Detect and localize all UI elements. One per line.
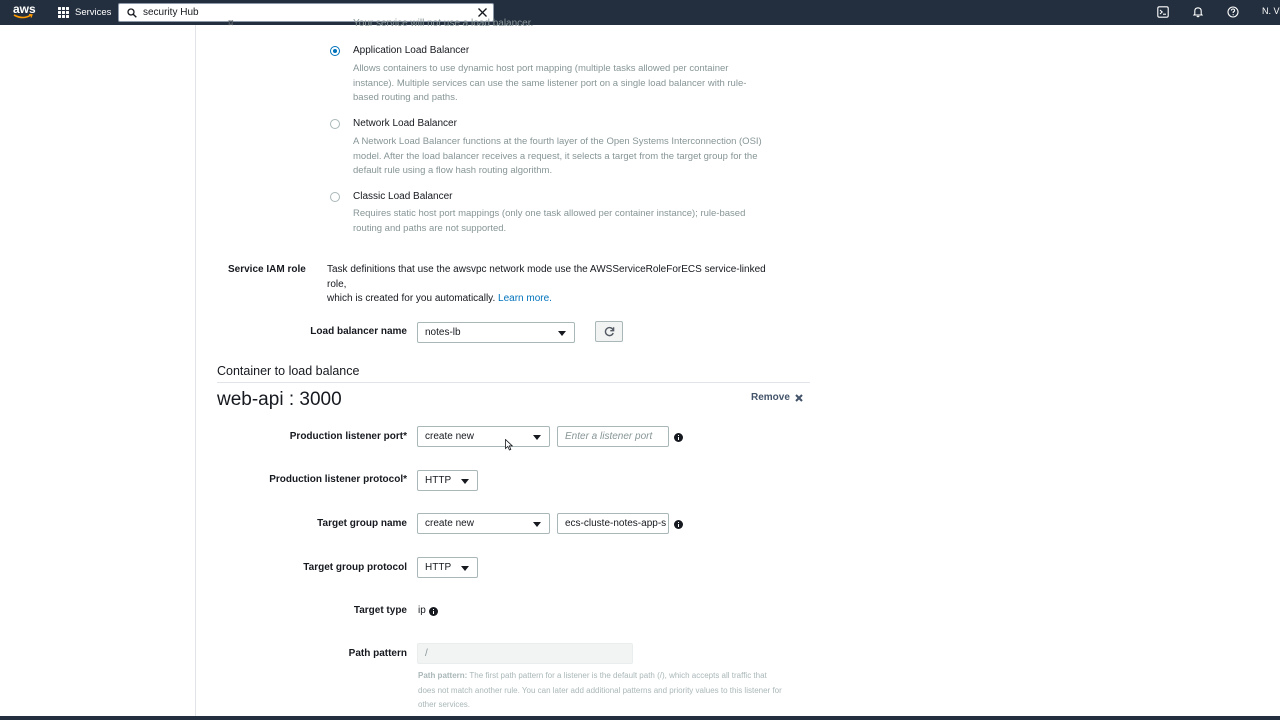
close-icon — [795, 393, 803, 402]
target-group-name-label: Target group name — [317, 518, 407, 529]
option-title-application-load-balancer[interactable]: Application Load Balancer — [353, 45, 469, 56]
production-listener-port-select[interactable]: create new — [417, 426, 550, 447]
option-description-network-load-balancer: A Network Load Balancer functions at the… — [353, 136, 762, 176]
option-title-classic-load-balancer[interactable]: Classic Load Balancer — [353, 191, 453, 202]
target-type-label: Target type — [353, 605, 407, 616]
container-section-title: Container to load balance — [217, 364, 360, 378]
load-balancer-name-value: notes-lb — [425, 327, 461, 338]
refresh-button[interactable] — [595, 321, 623, 342]
container-name-heading: web-api : 3000 — [217, 389, 342, 410]
services-label: Services — [75, 6, 112, 18]
option-description-classic-load-balancer: Requires static host port mappings (only… — [353, 208, 746, 234]
radio-classic-load-balancer[interactable] — [330, 192, 340, 202]
chevron-down-icon — [558, 331, 566, 336]
bottom-bar — [0, 716, 1280, 720]
info-icon[interactable] — [674, 520, 683, 529]
refresh-icon — [604, 326, 615, 337]
target-type-value: ip — [418, 605, 426, 616]
service-iam-role-text: Task definitions that use the awsvpc net… — [327, 264, 766, 304]
mouse-cursor-icon — [505, 439, 513, 451]
top-navigation-bar: aws Services N. Vi — [0, 0, 1280, 25]
load-balancer-name-select[interactable]: notes-lb — [417, 322, 575, 343]
help-icon[interactable] — [1227, 6, 1239, 18]
production-listener-port-value: create new — [425, 431, 474, 442]
target-group-protocol-label: Target group protocol — [303, 562, 407, 573]
bell-icon[interactable] — [1192, 6, 1204, 18]
chevron-down-icon — [533, 522, 541, 527]
cut-off-label: ¤ — [228, 18, 234, 29]
learn-more-link[interactable]: Learn more. — [498, 293, 552, 304]
remove-container-button[interactable]: Remove — [751, 392, 803, 403]
cloudshell-icon[interactable] — [1157, 6, 1169, 18]
path-pattern-input[interactable]: / — [417, 643, 633, 664]
path-pattern-help-text: Path pattern: The first path pattern for… — [418, 671, 782, 709]
section-divider — [217, 382, 810, 383]
grid-icon — [58, 6, 69, 18]
listener-port-input[interactable]: Enter a listener port — [557, 426, 669, 447]
info-icon[interactable] — [674, 433, 683, 442]
option-description-application-load-balancer: Allows containers to use dynamic host po… — [353, 63, 747, 103]
services-menu-button[interactable]: Services — [58, 4, 111, 20]
region-selector[interactable]: N. Vi — [1262, 6, 1280, 16]
target-group-name-select[interactable]: create new — [417, 513, 550, 534]
production-listener-protocol-select[interactable]: HTTP — [417, 470, 478, 491]
chevron-down-icon — [461, 479, 469, 484]
no-load-balancer-description: Your service will not use a load balance… — [353, 18, 534, 29]
load-balancer-name-label: Load balancer name — [310, 326, 407, 337]
aws-smile-icon — [13, 14, 33, 19]
service-iam-role-label: Service IAM role — [228, 264, 306, 275]
production-listener-protocol-value: HTTP — [425, 475, 452, 486]
aws-logo[interactable]: aws — [12, 2, 36, 22]
remove-label: Remove — [751, 392, 790, 403]
close-icon[interactable] — [477, 7, 488, 18]
info-icon[interactable] — [429, 607, 438, 616]
radio-application-load-balancer[interactable] — [330, 46, 340, 56]
option-title-network-load-balancer[interactable]: Network Load Balancer — [353, 118, 457, 129]
radio-network-load-balancer[interactable] — [330, 119, 340, 129]
target-group-name-input[interactable]: ecs-cluste-notes-app-s — [557, 513, 669, 534]
target-group-name-select-value: create new — [425, 518, 474, 529]
production-listener-protocol-label: Production listener protocol* — [269, 474, 407, 485]
target-group-protocol-select[interactable]: HTTP — [417, 557, 478, 578]
chevron-down-icon — [461, 566, 469, 571]
production-listener-port-label: Production listener port* — [289, 431, 407, 442]
path-pattern-label: Path pattern — [348, 648, 407, 659]
search-icon — [127, 8, 137, 18]
target-group-protocol-value: HTTP — [425, 562, 452, 573]
sidebar-divider — [195, 25, 196, 720]
chevron-down-icon — [533, 435, 541, 440]
